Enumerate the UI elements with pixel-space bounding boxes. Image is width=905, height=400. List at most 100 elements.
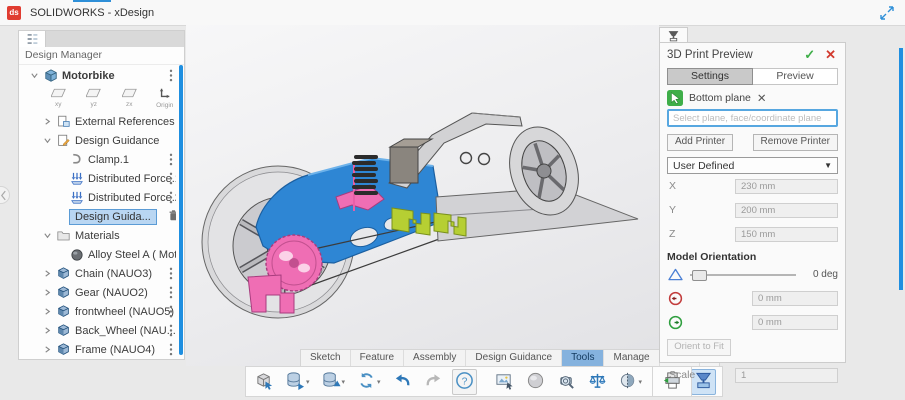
chevron-right-icon[interactable]	[42, 307, 52, 316]
dimension-field-y[interactable]: 200 mm	[735, 203, 838, 218]
add-printer-button[interactable]: Add Printer	[667, 134, 733, 151]
redo-button[interactable]	[421, 369, 446, 395]
more-options-icon[interactable]	[169, 69, 173, 85]
dimension-field-z[interactable]: 150 mm	[735, 227, 838, 242]
rotation-icon	[667, 268, 684, 281]
materials-icon	[56, 230, 71, 241]
title-bar: ds SOLIDWORKS - xDesign	[0, 0, 905, 26]
tree-item-materials[interactable]: Materials	[19, 226, 176, 245]
delete-icon[interactable]	[168, 209, 176, 225]
chevron-down-icon[interactable]: ▾	[342, 378, 346, 386]
undo-button[interactable]	[390, 369, 415, 395]
tree-item-alloy-steel-a-motorbike[interactable]: Alloy Steel A ( Motorbike )	[19, 245, 176, 264]
chevron-down-icon[interactable]	[29, 71, 39, 80]
shaded-sphere-button[interactable]	[523, 369, 548, 395]
panel-scrollbar[interactable]	[899, 48, 903, 290]
chevron-down-icon[interactable]: ▾	[377, 378, 381, 386]
tab-settings[interactable]: Settings	[667, 68, 753, 85]
chevron-down-icon[interactable]: ▾	[306, 378, 310, 386]
default-geometry-row: xy yz zx Origin	[19, 85, 176, 112]
tree-item-external-references[interactable]: External References	[19, 112, 176, 131]
ribbon-tab-feature[interactable]: Feature	[351, 350, 404, 366]
orient-to-fit-button[interactable]: Orient to Fit	[667, 339, 731, 356]
tree-item-chain-nauo3[interactable]: Chain (NAUO3)	[19, 264, 176, 283]
chevron-right-icon[interactable]	[42, 345, 52, 354]
dimension-field-x[interactable]: 230 mm	[735, 179, 838, 194]
chevron-down-icon[interactable]: ▾	[639, 378, 643, 386]
more-options-icon[interactable]	[169, 324, 173, 340]
tree-item-label: Back_Wheel (NAU...	[75, 325, 176, 337]
dimension-label: Y	[667, 204, 735, 216]
tree-item-design-guidance[interactable]: Design Guidance	[19, 131, 176, 150]
viewport-3d[interactable]	[186, 25, 659, 366]
tree-item-distributed-force-1[interactable]: Distributed Force.1	[19, 169, 176, 188]
chevron-down-icon[interactable]	[42, 136, 52, 145]
db-save-button[interactable]: ▾	[283, 369, 313, 395]
slider-thumb[interactable]	[692, 270, 707, 281]
more-options-icon[interactable]	[169, 191, 173, 207]
chevron-right-icon[interactable]	[42, 269, 52, 278]
printer-preset-select[interactable]: User Defined ▼	[667, 157, 838, 174]
offset-y-field[interactable]: 0 mm	[752, 315, 838, 330]
db-load-button[interactable]: ▾	[319, 369, 349, 395]
tree-icon	[26, 33, 39, 45]
plane-item-zx[interactable]: zx	[118, 88, 141, 109]
offset-x-field[interactable]: 0 mm	[752, 291, 838, 306]
plane-item-xy[interactable]: xy	[47, 88, 70, 109]
ribbon-tab-assembly[interactable]: Assembly	[404, 350, 466, 366]
chevron-right-icon[interactable]	[42, 326, 52, 335]
measure-button[interactable]	[554, 369, 579, 395]
tree-item-clamp-1[interactable]: Clamp.1	[19, 150, 176, 169]
feature-tree: Motorbike xy yz zx Origin External Refere…	[19, 66, 176, 357]
more-options-icon[interactable]	[169, 267, 173, 283]
app-title: SOLIDWORKS - xDesign	[30, 7, 154, 19]
tree-item-motorbike[interactable]: Motorbike	[19, 66, 176, 85]
scale-field[interactable]: 1	[735, 368, 838, 383]
tree-item-gear-nauo2[interactable]: Gear (NAUO2)	[19, 283, 176, 302]
mass-properties-button[interactable]	[585, 369, 610, 395]
section-view-button[interactable]: ▾	[616, 369, 646, 395]
quick-item-label: zx	[126, 102, 133, 109]
chevron-down-icon[interactable]	[42, 231, 52, 240]
snapshot-button[interactable]	[492, 369, 517, 395]
dimension-row-y: Y 200 mm	[667, 198, 838, 222]
viewport-3d-model[interactable]	[186, 25, 659, 366]
tree-item-label: Gear (NAUO2)	[75, 287, 148, 299]
more-options-icon[interactable]	[169, 153, 173, 169]
sync-button[interactable]: ▾	[354, 369, 384, 395]
measure-icon	[557, 371, 576, 393]
ribbon-tab-tools[interactable]: Tools	[562, 350, 604, 366]
ribbon-tab-sketch[interactable]: Sketch	[301, 350, 351, 366]
tree-item-design-guida[interactable]: Design Guida...	[19, 207, 176, 226]
collapse-panel-icon[interactable]	[0, 186, 10, 204]
ribbon-tab-manage[interactable]: Manage	[604, 350, 659, 366]
tree-item-frame-nauo4[interactable]: Frame (NAUO4)	[19, 340, 176, 357]
chevron-right-icon[interactable]	[42, 288, 52, 297]
more-options-icon[interactable]	[169, 172, 173, 188]
help-button[interactable]: ?	[452, 369, 477, 395]
origin-item[interactable]: Origin	[154, 87, 177, 110]
fullscreen-icon[interactable]	[879, 5, 895, 21]
plane-selection-input[interactable]: Select plane, face/coordinate plane	[667, 109, 838, 127]
tree-item-back-wheel-nau[interactable]: Back_Wheel (NAU...	[19, 321, 176, 340]
chevron-right-icon[interactable]	[42, 117, 52, 126]
tree-item-frontwheel-nauo5[interactable]: frontwheel (NAUO5)	[19, 302, 176, 321]
ribbon-tab-design-guidance[interactable]: Design Guidance	[466, 350, 562, 366]
rotation-slider[interactable]	[690, 270, 796, 280]
remove-selection-icon[interactable]: ✕	[757, 91, 767, 105]
confirm-icon[interactable]: ✓	[804, 47, 815, 63]
more-options-icon[interactable]	[169, 305, 173, 321]
design-manager-tab[interactable]	[19, 31, 46, 47]
insert-component-button[interactable]	[252, 369, 277, 395]
tab-preview[interactable]: Preview	[753, 68, 838, 85]
remove-printer-button[interactable]: Remove Printer	[753, 134, 838, 151]
tree-item-label: Materials	[75, 230, 120, 242]
tree-scrollbar[interactable]	[179, 65, 183, 355]
more-options-icon[interactable]	[169, 343, 173, 357]
undo-icon	[393, 371, 412, 393]
tree-item-label: External References	[75, 116, 175, 128]
close-panel-icon[interactable]: ✕	[825, 47, 836, 63]
more-options-icon[interactable]	[169, 286, 173, 302]
tree-item-distributed-force-2[interactable]: Distributed Force.2	[19, 188, 176, 207]
plane-item-yz[interactable]: yz	[83, 88, 106, 109]
